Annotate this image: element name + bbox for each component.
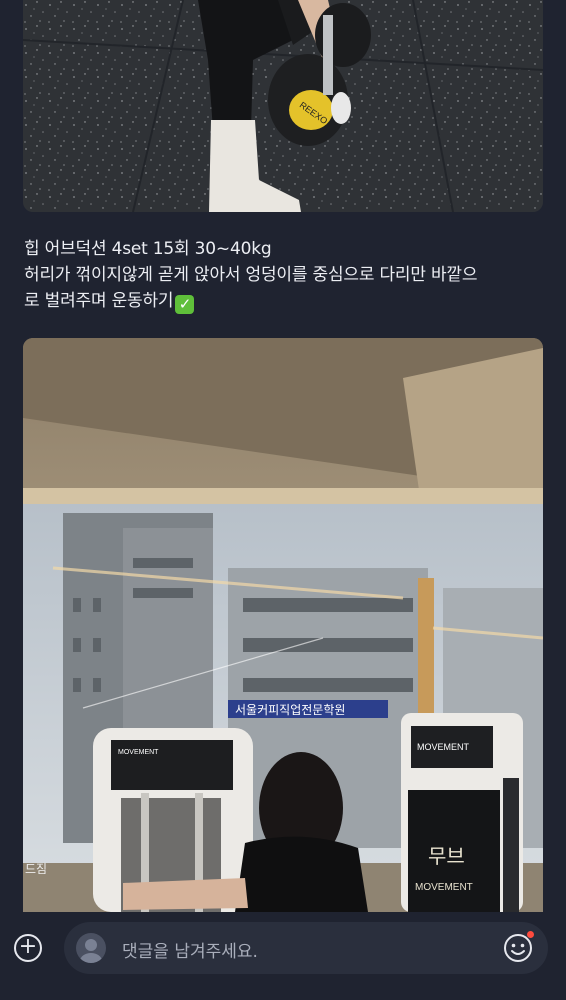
comment-input[interactable]: 댓글을 남겨주세요. [64, 922, 548, 974]
comment-placeholder: 댓글을 남겨주세요. [122, 942, 258, 962]
caption-line-1: 힙 어브덕션 4set 15회 30~40kg [24, 239, 272, 259]
dumbbell-photo-image: REEXO [23, 0, 543, 212]
check-mark-emoji: ✓ [175, 295, 195, 314]
gym-machine-photo-image: 서울커피직업전문학원 드짐 MOVEMENT MOVEMENT 무브 MOVEM… [23, 338, 543, 912]
caption-line-2: 허리가 꺾이지않게 곧게 앉아서 엉덩이를 중심으로 다리만 바깥으 [24, 265, 478, 285]
user-avatar-icon [76, 933, 106, 963]
post-caption: 힙 어브덕션 4set 15회 30~40kg 허리가 꺾이지않게 곧게 앉아서… [24, 236, 554, 314]
comment-bar: + 댓글을 남겨주세요. [0, 912, 566, 1000]
emoji-button[interactable] [502, 931, 534, 964]
street-sign-text: 드짐 [25, 862, 47, 876]
post-photo-hip-abduction[interactable]: 서울커피직업전문학원 드짐 MOVEMENT MOVEMENT 무브 MOVEM… [23, 338, 543, 912]
machine-right-brand: MOVEMENT [417, 742, 470, 752]
building-sign-text: 서울커피직업전문학원 [235, 703, 345, 717]
add-attachment-button[interactable]: + [14, 934, 42, 962]
caption-line-3-text: 로 벌려주며 운동하기 [24, 291, 174, 311]
machine-right-text: MOVEMENT [415, 882, 473, 893]
plus-icon: + [18, 934, 38, 959]
post-photo-dumbbell[interactable]: REEXO [23, 0, 543, 212]
machine-right-logo: 무브 [428, 844, 465, 868]
machine-left-brand: MOVEMENT [118, 749, 159, 756]
notification-dot [527, 931, 534, 938]
caption-line-3: 로 벌려주며 운동하기 ✓ [24, 288, 554, 314]
